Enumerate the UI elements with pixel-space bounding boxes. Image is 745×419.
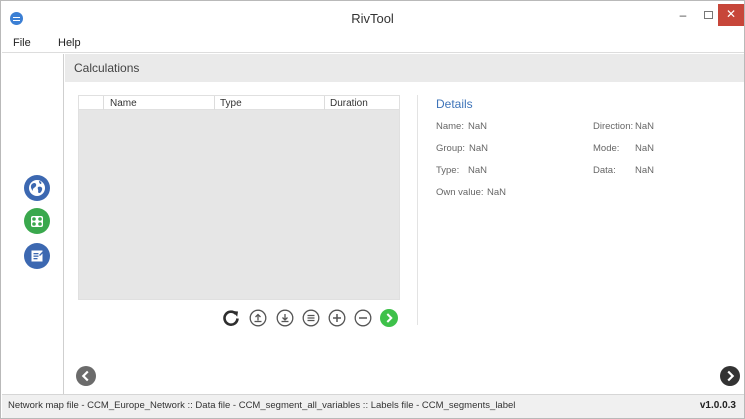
- detail-value-mode: NaN: [635, 143, 655, 154]
- refresh-button[interactable]: [222, 309, 240, 327]
- column-separator[interactable]: [324, 96, 325, 110]
- chevron-right-icon: [727, 370, 735, 382]
- table-header: Name Type Duration: [79, 96, 399, 110]
- download-icon: [276, 309, 294, 327]
- status-bar: Network map file - CCM_Europe_Network ::…: [2, 394, 744, 418]
- menu-help[interactable]: Help: [58, 37, 81, 49]
- sidebar-item-notes[interactable]: [24, 243, 50, 269]
- list-button[interactable]: [302, 309, 320, 327]
- menu-bar: File Help: [2, 35, 744, 53]
- add-icon: [328, 309, 346, 327]
- maximize-button[interactable]: [698, 5, 718, 25]
- add-button[interactable]: [328, 309, 346, 327]
- sidebar-item-calculations[interactable]: [24, 208, 50, 234]
- panel-divider: [417, 95, 418, 325]
- run-button[interactable]: [380, 309, 398, 327]
- column-separator[interactable]: [214, 96, 215, 110]
- chevron-left-icon: [81, 370, 89, 382]
- remove-button[interactable]: [354, 309, 372, 327]
- version-label: v1.0.0.3: [699, 400, 736, 411]
- detail-label-group: Group:: [436, 143, 466, 154]
- column-header-duration[interactable]: Duration: [330, 98, 368, 109]
- sidebar-item-network[interactable]: [24, 175, 50, 201]
- detail-value-own-value: NaN: [487, 187, 507, 198]
- close-button[interactable]: ✕: [718, 4, 744, 26]
- next-page-button[interactable]: [720, 366, 740, 386]
- list-icon: [302, 309, 320, 327]
- detail-value-direction: NaN: [635, 121, 655, 132]
- detail-value-data: NaN: [635, 165, 655, 176]
- detail-label-data: Data:: [593, 165, 616, 176]
- upload-button[interactable]: [249, 309, 267, 327]
- main-content: Calculations Name Type Duration Details …: [65, 54, 744, 394]
- sidebar: [2, 54, 64, 394]
- app-window: RivTool – ✕ File Help Calculations Name …: [0, 0, 745, 419]
- detail-label-name: Name:: [436, 121, 464, 132]
- detail-label-type: Type:: [436, 165, 460, 176]
- detail-label-direction: Direction:: [593, 121, 634, 132]
- detail-label-mode: Mode:: [593, 143, 620, 154]
- run-icon: [380, 309, 398, 327]
- calculations-table[interactable]: Name Type Duration: [78, 95, 400, 300]
- edit-icon: [24, 243, 50, 269]
- refresh-icon: [223, 310, 239, 326]
- column-header-name[interactable]: Name: [110, 98, 137, 109]
- download-button[interactable]: [276, 309, 294, 327]
- detail-value-name: NaN: [468, 121, 488, 132]
- column-header-type[interactable]: Type: [220, 98, 242, 109]
- window-title: RivTool: [351, 11, 394, 26]
- upload-icon: [249, 309, 267, 327]
- details-title: Details: [436, 97, 473, 111]
- remove-icon: [354, 309, 372, 327]
- maximize-icon: [703, 11, 713, 19]
- globe-icon: [24, 175, 50, 201]
- previous-page-button[interactable]: [76, 366, 96, 386]
- section-header: Calculations: [65, 54, 744, 82]
- section-title: Calculations: [74, 61, 140, 75]
- modules-icon: [24, 208, 50, 234]
- menu-file[interactable]: File: [13, 37, 31, 49]
- detail-value-type: NaN: [468, 165, 488, 176]
- minimize-button[interactable]: –: [673, 5, 693, 25]
- detail-value-group: NaN: [469, 143, 489, 154]
- detail-label-own-value: Own value:: [436, 187, 484, 198]
- column-separator[interactable]: [103, 96, 104, 110]
- title-bar: RivTool – ✕: [1, 1, 744, 35]
- status-files-text: Network map file - CCM_Europe_Network ::…: [8, 400, 516, 411]
